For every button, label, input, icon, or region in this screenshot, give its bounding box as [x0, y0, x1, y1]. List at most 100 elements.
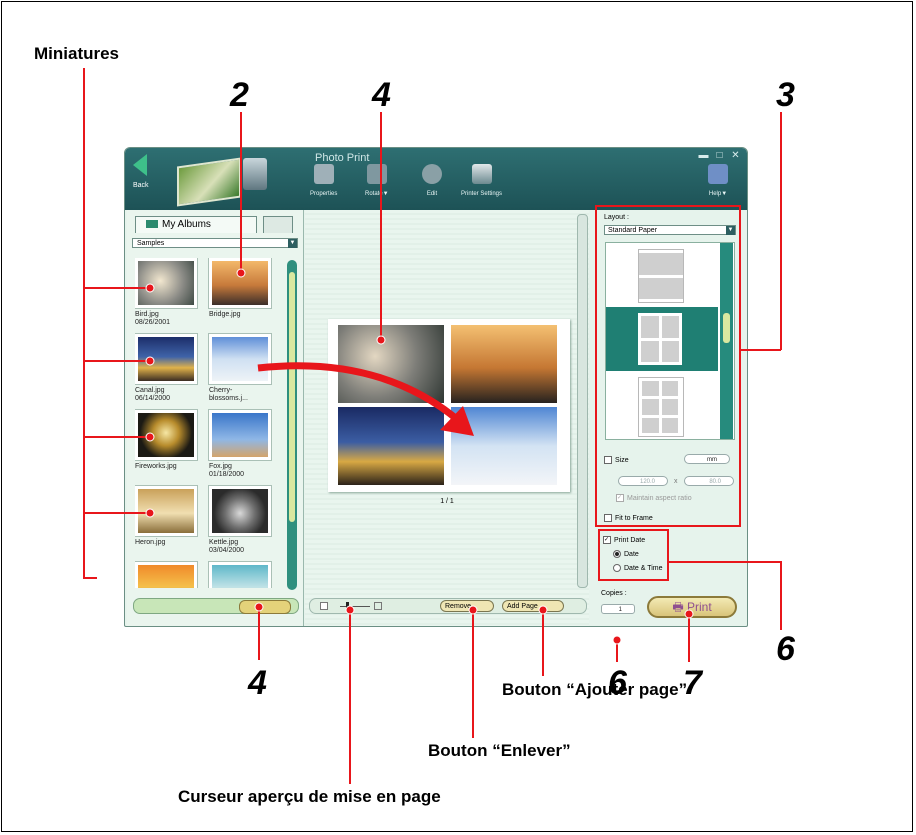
thumbnail-filename: Heron.jpg	[135, 539, 166, 546]
layout-option[interactable]	[638, 249, 684, 303]
height-value: 80.0	[709, 479, 721, 485]
maintain-aspect-checkbox[interactable]: ✓ Maintain aspect ratio	[616, 494, 692, 502]
edit-button[interactable]: Edit	[422, 164, 442, 197]
album-dropdown[interactable]: Samples ▼	[132, 238, 298, 248]
thumbnail-image	[209, 410, 271, 460]
times-sign: x	[674, 478, 678, 485]
photo-print-window: Back Photo Print ▬ □ ✕ Properties Rotate…	[124, 147, 748, 627]
photo-slot[interactable]	[338, 325, 444, 403]
photo-slot[interactable]	[451, 407, 557, 485]
thumbnail-item[interactable]: Cherry-blossoms.j...	[209, 334, 271, 403]
date-option-label: Date	[624, 550, 639, 558]
thumbnail-image	[135, 562, 197, 588]
paper-type-dropdown[interactable]: Standard Paper ▼	[604, 225, 736, 235]
thumbnail-filename: Fox.jpg	[209, 463, 232, 470]
tab-my-albums-label: My Albums	[162, 219, 211, 230]
properties-button[interactable]: Properties	[310, 164, 337, 197]
thumbnail-item[interactable]: Heron.jpg	[135, 486, 197, 547]
photo-slot[interactable]	[338, 407, 444, 485]
layout-label: Layout :	[604, 214, 629, 221]
checkbox-icon	[604, 456, 612, 464]
back-button[interactable]: Back	[129, 152, 159, 202]
thumbnail-item[interactable]: Bridge.jpg	[209, 258, 271, 319]
maintain-aspect-label: Maintain aspect ratio	[627, 494, 692, 502]
thumbnail-image	[209, 258, 271, 308]
page-preview	[328, 319, 570, 492]
thumbnail-image	[209, 562, 271, 588]
unit-dropdown[interactable]: mm	[684, 454, 730, 464]
layout-preview-slider[interactable]	[320, 602, 382, 610]
layout-option[interactable]	[638, 377, 684, 437]
height-input[interactable]: 80.0	[684, 476, 734, 486]
print-button-label: Print	[686, 600, 712, 614]
width-input[interactable]: 120.0	[618, 476, 668, 486]
thumbnail-filename: Fireworks.jpg	[135, 463, 177, 470]
thumbnail-item[interactable]: Fox.jpg 01/18/2000	[209, 410, 271, 479]
remove-button-label: Remove	[445, 603, 472, 610]
date-radio[interactable]: Date	[613, 550, 639, 558]
thumbnail-date: 08/26/2001	[135, 319, 171, 326]
photo-slot[interactable]	[451, 325, 557, 403]
help-label: Help▼	[708, 191, 728, 197]
thumbnail-item[interactable]	[209, 562, 271, 588]
callout-number-3: 3	[776, 76, 795, 114]
width-value: 120.0	[639, 479, 655, 485]
back-arrow-icon	[133, 154, 147, 176]
size-checkbox[interactable]: Size	[604, 456, 629, 464]
close-icon[interactable]: ✕	[730, 151, 741, 161]
properties-icon	[313, 164, 334, 184]
thumbnail-image	[135, 258, 197, 308]
layout-option-selected[interactable]	[606, 307, 718, 371]
album-panel: My Albums Samples ▼ Bird.jpg 08/26/2001 B…	[127, 210, 304, 626]
preview-scrollbar[interactable]	[577, 214, 588, 588]
thumbnail-item[interactable]: Fireworks.jpg	[135, 410, 197, 471]
thumbnail-item[interactable]: Kettle.jpg 03/04/2000	[209, 486, 271, 555]
remove-annotation: Bouton “Enlever”	[428, 741, 571, 760]
minimize-icon[interactable]: ▬	[698, 151, 709, 161]
thumbnail-image	[135, 410, 197, 460]
chevron-down-icon[interactable]: ▼	[726, 226, 735, 235]
fit-to-frame-checkbox[interactable]: Fit to Frame	[604, 514, 653, 522]
album-footer	[133, 598, 299, 614]
layout-slider-annotation: Curseur aperçu de mise en page	[178, 787, 441, 806]
thumbnail-filename: Kettle.jpg	[209, 539, 239, 546]
callout-number-6-right: 6	[776, 630, 795, 668]
scrollbar-thumb[interactable]	[289, 272, 295, 522]
help-button[interactable]: Help▼	[708, 164, 728, 197]
add-page-button[interactable]: Add Page	[502, 600, 564, 612]
tab-my-albums[interactable]: My Albums	[135, 216, 257, 233]
copies-input[interactable]: 1	[601, 604, 635, 614]
print-date-checkbox[interactable]: ✓ Print Date	[603, 536, 645, 544]
thumbnail-filename: Bird.jpg	[135, 311, 159, 318]
paper-type-value: Standard Paper	[608, 227, 658, 234]
rotate-label: Rotate▼	[365, 191, 389, 197]
add-to-page-button[interactable]	[239, 600, 291, 614]
thumbnail-item[interactable]: Canal.jpg 06/14/2000	[135, 334, 197, 403]
remove-button[interactable]: Remove	[440, 600, 494, 612]
add-page-button-label: Add Page	[507, 603, 538, 610]
date-time-radio[interactable]: Date & Time	[613, 564, 663, 572]
thumbnail-list: Bird.jpg 08/26/2001 Bridge.jpg Canal.jpg 0…	[135, 258, 285, 588]
layout-preview-area: 1 / 1 Remove Add Page	[305, 210, 589, 626]
thumbnail-item[interactable]	[135, 562, 197, 588]
thumbnail-date: 03/04/2000	[209, 547, 245, 554]
print-button[interactable]: 🖶 Print	[647, 596, 737, 618]
copies-value: 1	[618, 607, 622, 613]
tab-other-source[interactable]	[263, 216, 293, 233]
settings-panel: Layout : Standard Paper ▼ Size mm 120.0 …	[595, 210, 745, 626]
thumbnail-date: 01/18/2000	[209, 471, 245, 478]
callout-number-4-top: 4	[372, 76, 391, 114]
layout-section: Layout : Standard Paper ▼ Size mm 120.0 …	[598, 210, 738, 524]
chevron-down-icon[interactable]: ▼	[288, 239, 297, 248]
thumbnail-item[interactable]: Bird.jpg 08/26/2001	[135, 258, 197, 327]
scrollbar-thumb[interactable]	[723, 313, 730, 343]
date-time-option-label: Date & Time	[624, 564, 663, 572]
thumbnail-scrollbar[interactable]	[287, 260, 297, 590]
thumbnail-image	[135, 486, 197, 536]
layout-scrollbar[interactable]	[720, 243, 733, 439]
printer-settings-button[interactable]: Printer Settings	[461, 164, 502, 197]
rotate-button[interactable]: Rotate▼	[365, 164, 389, 197]
thumbnail-filename: Cherry-blossoms.j...	[209, 387, 248, 402]
printer-settings-label: Printer Settings	[461, 191, 503, 197]
maximize-icon[interactable]: □	[714, 151, 725, 161]
